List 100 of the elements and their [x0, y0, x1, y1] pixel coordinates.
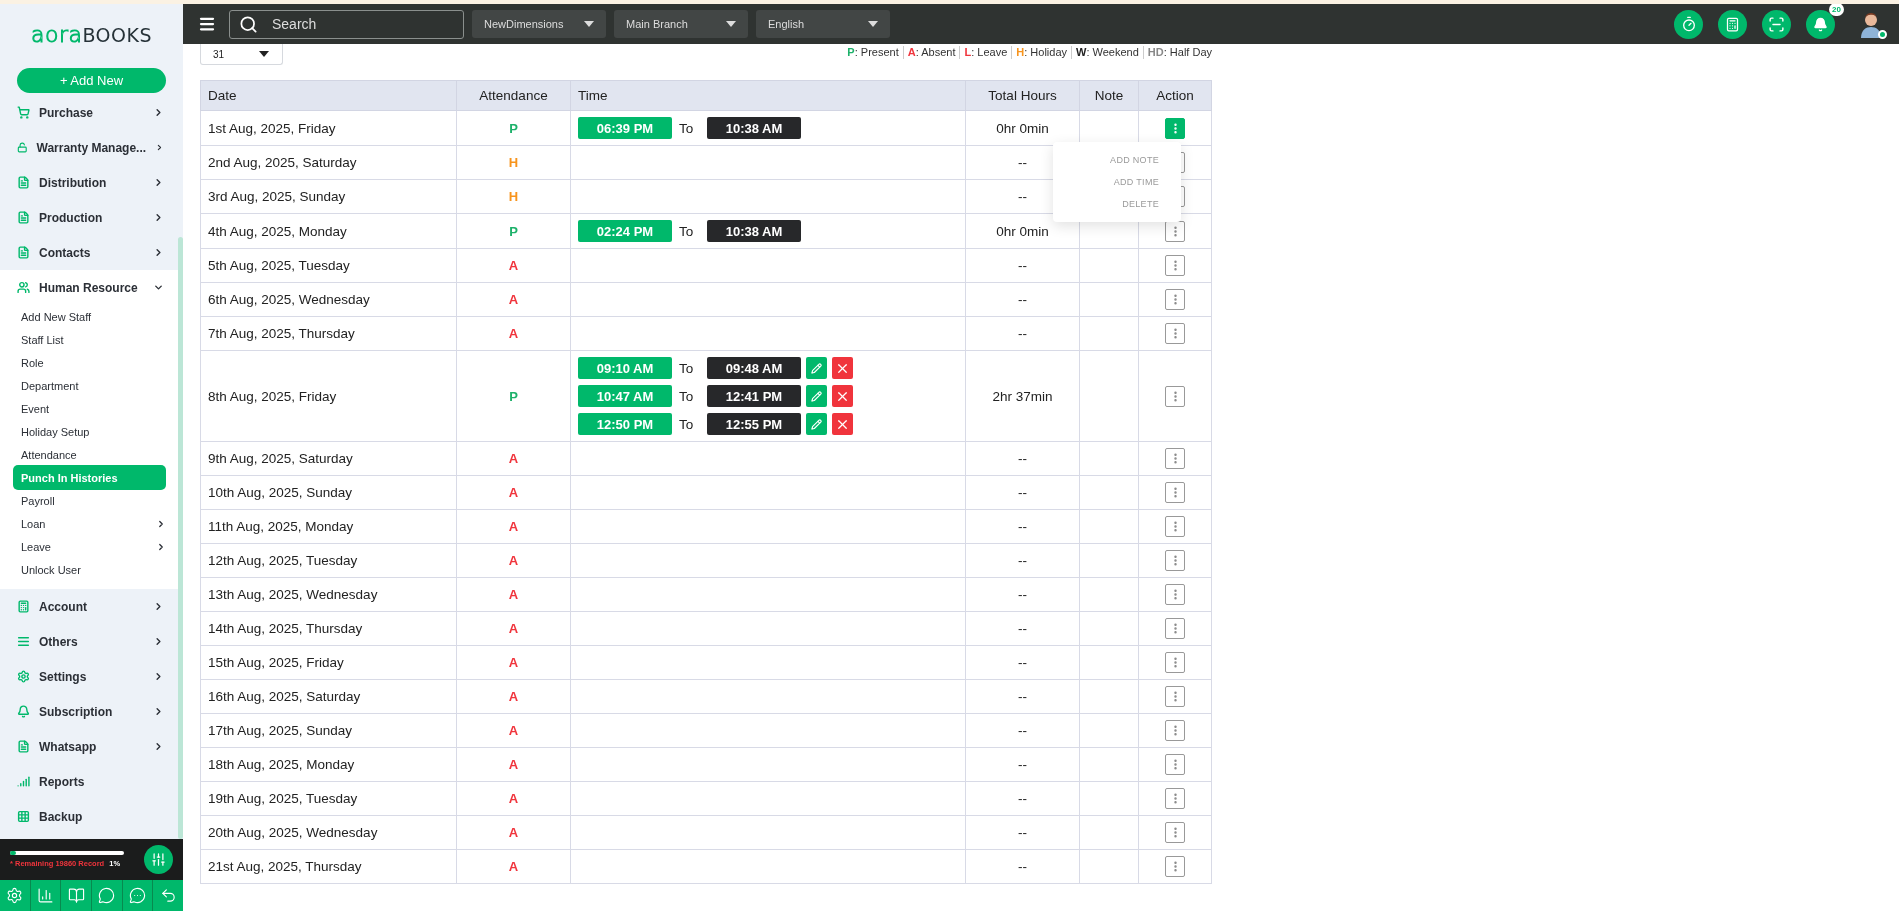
total-hours: --: [1018, 621, 1027, 636]
attendance-status: A: [508, 757, 519, 772]
total-hours: --: [1018, 757, 1027, 772]
total-hours: --: [1018, 825, 1027, 840]
logo: aora BOOKS: [30, 21, 153, 47]
legend-item: H: Holiday: [1011, 46, 1072, 59]
sidebar-item[interactable]: Production: [0, 200, 178, 235]
punch-out-time: 12:41 PM: [707, 385, 801, 407]
punch-in-time: 09:10 AM: [578, 357, 672, 379]
legend-item: W: Weekend: [1071, 46, 1143, 59]
sidebar-item[interactable]: Contacts: [0, 235, 178, 270]
date-text: 10th Aug, 2025, Sunday: [208, 485, 353, 500]
notification-badge: 20: [1829, 4, 1844, 16]
attendance-status: A: [508, 553, 519, 568]
sidebar-item[interactable]: Settings: [0, 659, 178, 694]
date-text: 4th Aug, 2025, Monday: [208, 223, 347, 239]
legend-item: L: Leave: [959, 46, 1012, 59]
punch-in-time: 06:39 PM: [578, 117, 672, 139]
punch-out-time: 10:38 AM: [707, 117, 801, 139]
attendance-status: H: [508, 189, 519, 204]
sidebar-item[interactable]: Reports: [0, 764, 178, 799]
sidebar-subitem[interactable]: Add New Staff: [21, 305, 166, 328]
attendance-status: A: [508, 485, 519, 500]
date-text: 7th Aug, 2025, Thursday: [208, 326, 355, 341]
total-hours: 0hr 0min: [996, 223, 1049, 239]
date-text: 2nd Aug, 2025, Saturday: [208, 155, 357, 170]
attendance-status: H: [508, 155, 519, 170]
day-select[interactable]: 31: [200, 44, 283, 65]
attendance-status: A: [508, 451, 519, 466]
date-text: 6th Aug, 2025, Wednesday: [208, 292, 370, 307]
attendance-status: A: [508, 258, 519, 273]
total-hours: 0hr 0min: [996, 120, 1049, 136]
to-label: To: [679, 360, 695, 376]
sidebar-item[interactable]: Purchase: [0, 95, 178, 130]
sidebar-item[interactable]: Human Resource: [0, 270, 178, 305]
punch-in-time: 10:47 AM: [578, 385, 672, 407]
dropdown[interactable]: English: [756, 10, 890, 38]
legend-item: P: Present: [846, 46, 900, 59]
sidebar-subitem[interactable]: Event: [21, 397, 166, 420]
total-hours: --: [1018, 791, 1027, 806]
attendance-status: A: [508, 859, 519, 874]
sidebar-subitem[interactable]: Unlock User: [21, 558, 166, 581]
attendance-status: A: [508, 621, 519, 636]
date-text: 8th Aug, 2025, Friday: [208, 388, 337, 404]
sidebar-subitem[interactable]: Payroll: [21, 489, 166, 512]
total-hours: --: [1018, 292, 1027, 307]
column-header: Total Hours: [965, 80, 1080, 111]
search-box[interactable]: Search: [229, 9, 464, 39]
total-hours: --: [1018, 553, 1027, 568]
dropdown[interactable]: NewDimensions: [472, 10, 606, 38]
sidebar-subitem[interactable]: Leave: [21, 535, 166, 558]
attendance-status: A: [508, 689, 519, 704]
total-hours: --: [1018, 689, 1027, 704]
sidebar-subitem[interactable]: Holiday Setup: [21, 420, 166, 443]
to-label: To: [679, 120, 695, 136]
legend-item: HD: Half Day: [1142, 46, 1212, 59]
total-hours: --: [1018, 258, 1027, 273]
sidebar-item[interactable]: Warranty Manage...: [0, 130, 178, 165]
punch-out-time: 09:48 AM: [707, 357, 801, 379]
date-text: 1st Aug, 2025, Friday: [208, 120, 336, 136]
attendance-status: P: [509, 388, 518, 404]
to-label: To: [679, 388, 695, 404]
sidebar-subitem[interactable]: Attendance: [21, 443, 166, 466]
column-header: Time: [570, 80, 966, 111]
total-hours: --: [1018, 189, 1027, 204]
column-header: Date: [200, 80, 457, 111]
punch-out-time: 10:38 AM: [707, 220, 801, 242]
attendance-status: A: [508, 326, 519, 341]
sidebar-item[interactable]: Backup: [0, 799, 178, 834]
date-text: 11th Aug, 2025, Monday: [208, 519, 354, 534]
punch-in-time: 02:24 PM: [578, 220, 672, 242]
sidebar-subitem[interactable]: Staff List: [21, 328, 166, 351]
total-hours: --: [1018, 155, 1027, 170]
total-hours: --: [1018, 519, 1027, 534]
total-hours: --: [1018, 655, 1027, 670]
to-label: To: [679, 416, 695, 432]
search-field[interactable]: Search: [270, 15, 454, 33]
to-label: To: [679, 223, 695, 239]
attendance-status: A: [508, 791, 519, 806]
date-text: 17th Aug, 2025, Sunday: [208, 723, 353, 738]
sidebar-item[interactable]: Account: [0, 589, 178, 624]
date-text: 13th Aug, 2025, Wednesday: [208, 587, 378, 602]
column-header: Attendance: [456, 80, 571, 111]
punch-in-time: 12:50 PM: [578, 413, 672, 435]
sidebar-item[interactable]: Distribution: [0, 165, 178, 200]
attendance-status: A: [508, 587, 519, 602]
attendance-status: P: [509, 120, 518, 136]
date-text: 3rd Aug, 2025, Sunday: [208, 189, 346, 204]
date-text: 21st Aug, 2025, Thursday: [208, 859, 362, 874]
sidebar-item[interactable]: Subscription: [0, 694, 178, 729]
date-text: 18th Aug, 2025, Monday: [208, 757, 355, 772]
dropdown[interactable]: Main Branch: [614, 10, 748, 38]
total-hours: --: [1018, 587, 1027, 602]
sidebar-item[interactable]: Whatsapp: [0, 729, 178, 764]
sidebar-subitem[interactable]: Department: [21, 374, 166, 397]
sidebar-subitem[interactable]: Loan: [21, 512, 166, 535]
date-text: 5th Aug, 2025, Tuesday: [208, 258, 350, 273]
sidebar-item[interactable]: Others: [0, 624, 178, 659]
column-header: Action: [1138, 80, 1212, 111]
sidebar-subitem[interactable]: Role: [21, 351, 166, 374]
